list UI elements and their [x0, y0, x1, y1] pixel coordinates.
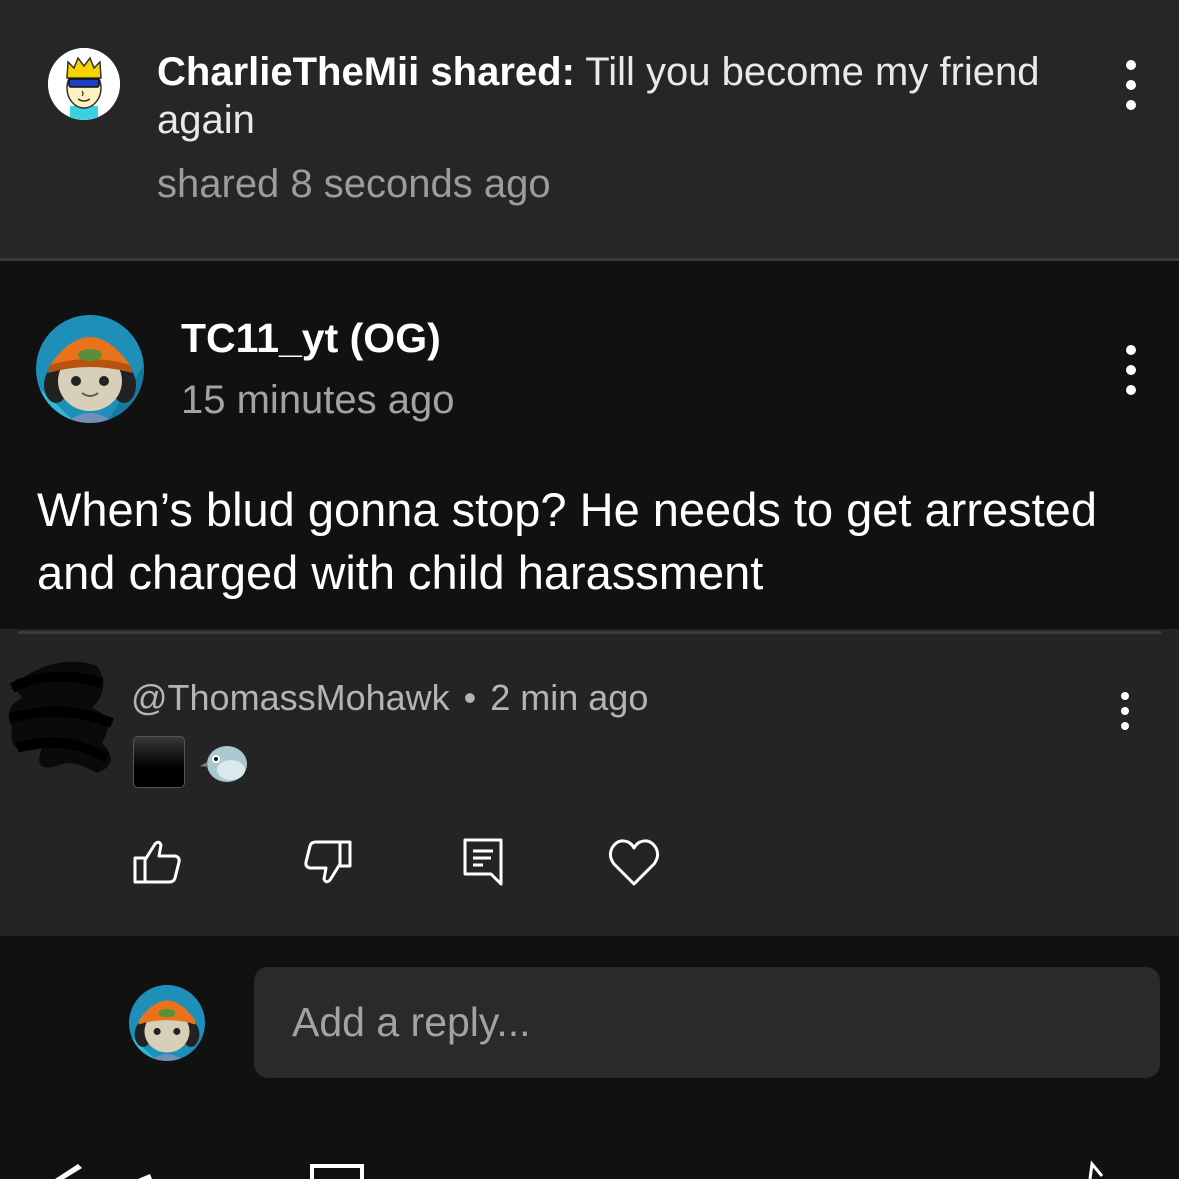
- bottom-toolbar: [55, 1160, 1104, 1179]
- post-more-options-icon[interactable]: [1116, 345, 1146, 395]
- cursor-icon: [1088, 1160, 1104, 1179]
- sackboy-avatar-icon: [129, 985, 205, 1061]
- reply-header: @ThomassMohawk • 2 min ago: [131, 676, 648, 720]
- thumbs-down-icon[interactable]: [300, 834, 356, 890]
- reply-input[interactable]: [254, 967, 1160, 1078]
- post-author-avatar[interactable]: [36, 315, 144, 423]
- bird-icon: [200, 746, 247, 782]
- separator-dot: •: [463, 677, 477, 718]
- current-user-avatar[interactable]: [129, 985, 205, 1061]
- scribbled-avatar-icon[interactable]: [2, 648, 122, 778]
- shared-timestamp: shared 8 seconds ago: [157, 162, 551, 206]
- divider: [18, 631, 1161, 634]
- share-icon: [138, 1174, 152, 1179]
- charlie-avatar[interactable]: [48, 48, 120, 120]
- post-body-text: When’s blud gonna stop? He needs to get …: [37, 483, 1097, 599]
- shared-notice-text[interactable]: CharlieTheMii shared: Till you become my…: [157, 48, 1057, 144]
- post-timestamp: 15 minutes ago: [181, 378, 455, 422]
- thumbs-up-icon[interactable]: [129, 834, 185, 890]
- black-square-icon: [133, 736, 185, 788]
- reply-more-options-icon[interactable]: [1110, 692, 1140, 730]
- divider: [0, 258, 1179, 261]
- mii-avatar-icon: [48, 48, 120, 120]
- sackboy-avatar-icon: [36, 315, 144, 423]
- shared-action: shared:: [430, 50, 575, 94]
- reply-body: [133, 734, 251, 790]
- post-author-name[interactable]: TC11_yt (OG): [181, 314, 441, 362]
- shared-more-options-icon[interactable]: [1116, 60, 1146, 110]
- reply-author-handle[interactable]: @ThomassMohawk: [131, 677, 450, 718]
- shared-username[interactable]: CharlieTheMii: [157, 50, 419, 94]
- back-icon: [55, 1164, 82, 1179]
- comment-icon[interactable]: [455, 834, 511, 890]
- tabs-icon: [310, 1164, 364, 1179]
- heart-icon[interactable]: [606, 834, 662, 890]
- reply-timestamp: 2 min ago: [490, 677, 649, 718]
